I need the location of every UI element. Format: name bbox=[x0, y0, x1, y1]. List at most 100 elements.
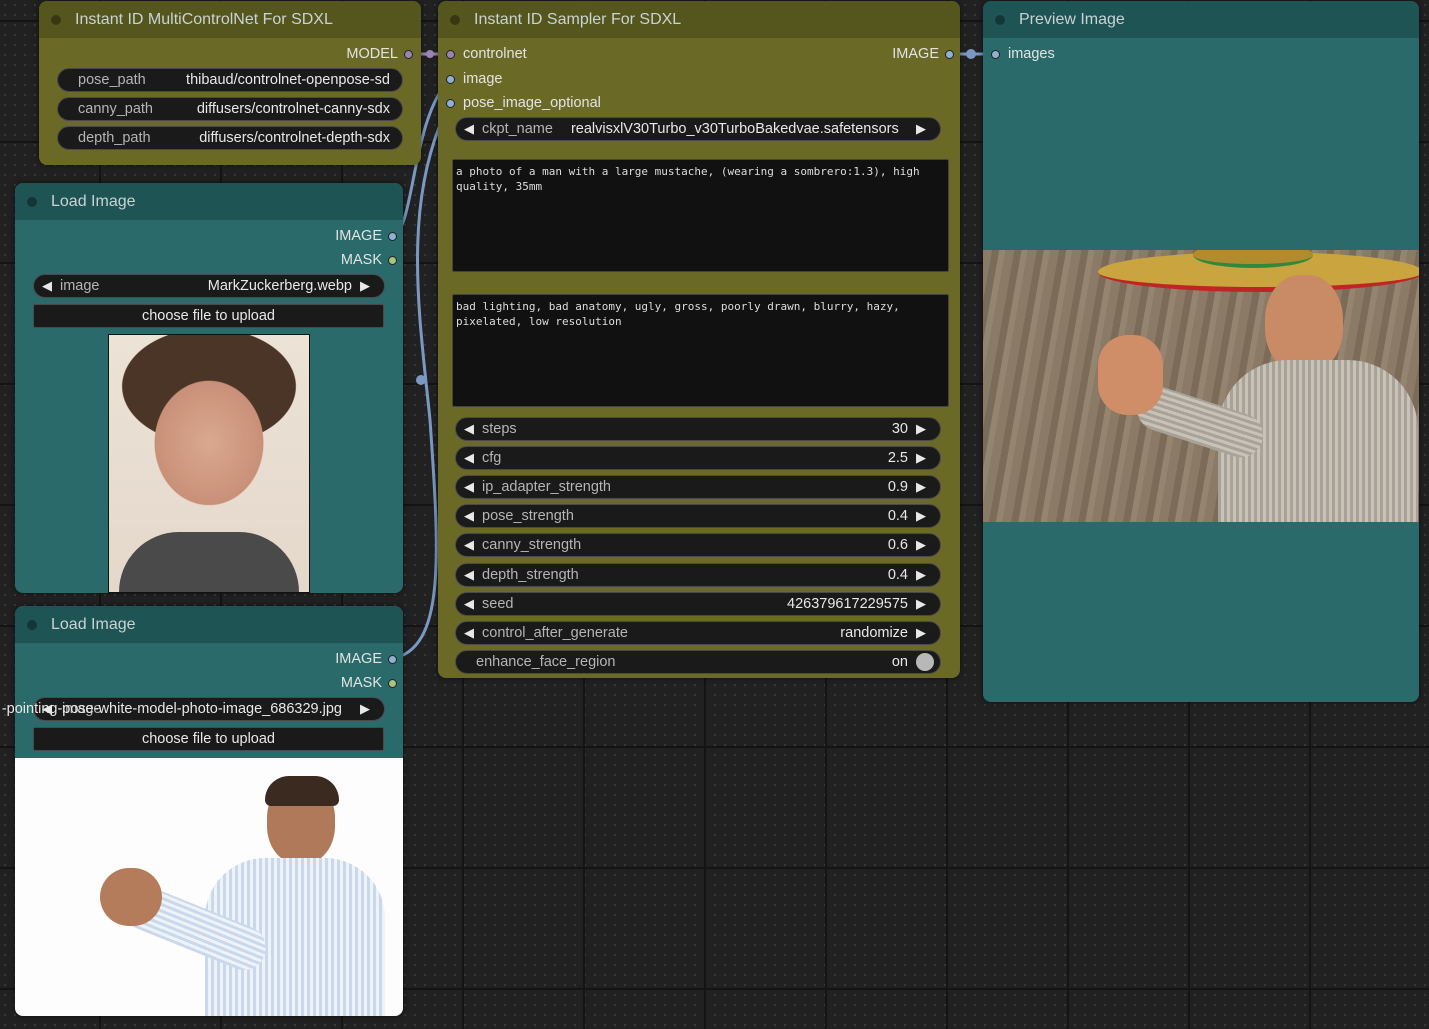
arrow-right-icon[interactable]: ▶ bbox=[916, 450, 930, 466]
output-image[interactable]: IMAGE bbox=[335, 228, 397, 244]
arrow-left-icon[interactable]: ◀ bbox=[464, 508, 478, 524]
widget-image-select[interactable]: ◀ image -pointing-pose-white-model-photo… bbox=[2, 697, 385, 721]
widget-value: randomize bbox=[840, 625, 908, 641]
arrow-right-icon[interactable]: ▶ bbox=[916, 421, 930, 437]
widget-label: canny_strength bbox=[482, 537, 582, 553]
output-mask[interactable]: MASK bbox=[341, 252, 397, 268]
output-mask[interactable]: MASK bbox=[341, 675, 397, 691]
widget-depth-strength[interactable]: ◀ depth_strength 0.4 ▶ bbox=[455, 563, 941, 587]
output-mask-dot-icon[interactable] bbox=[388, 255, 397, 265]
arrow-left-icon[interactable]: ◀ bbox=[42, 278, 56, 294]
arrow-right-icon[interactable]: ▶ bbox=[360, 701, 374, 717]
arrow-left-icon[interactable]: ◀ bbox=[464, 596, 478, 612]
collapse-dot-icon[interactable] bbox=[27, 619, 37, 630]
widget-control-after-generate[interactable]: ◀ control_after_generate randomize ▶ bbox=[455, 621, 941, 645]
widget-value: 0.9 bbox=[887, 479, 908, 495]
input-image-dot-icon[interactable] bbox=[446, 74, 455, 84]
input-controlnet-label: controlnet bbox=[463, 46, 527, 62]
widget-cfg[interactable]: ◀ cfg 2.5 ▶ bbox=[455, 446, 941, 470]
image-preview-portrait bbox=[108, 334, 310, 593]
widget-label: cfg bbox=[482, 450, 502, 466]
node-title: Load Image bbox=[51, 615, 136, 633]
arrow-right-icon[interactable]: ▶ bbox=[916, 479, 930, 495]
graph-canvas[interactable]: Instant ID MultiControlNet For SDXL MODE… bbox=[0, 0, 1429, 1029]
node-load-image-2[interactable]: Load Image IMAGE MASK ◀ image -pointing-… bbox=[2, 606, 403, 1016]
face-shape bbox=[1265, 275, 1343, 373]
node-load-image-1[interactable]: Load Image IMAGE MASK ◀ image MarkZucker… bbox=[15, 183, 403, 593]
output-image-dot-icon[interactable] bbox=[945, 49, 954, 59]
arrow-right-icon[interactable]: ▶ bbox=[360, 278, 374, 294]
widget-label: depth_strength bbox=[482, 567, 579, 583]
output-image-label: IMAGE bbox=[335, 228, 382, 244]
input-images-dot-icon[interactable] bbox=[991, 49, 1000, 59]
output-image[interactable]: IMAGE bbox=[335, 651, 397, 667]
portrait-shirt-shape bbox=[119, 532, 299, 592]
widget-steps[interactable]: ◀ steps 30 ▶ bbox=[455, 417, 941, 441]
widget-depth-path[interactable]: depth_path diffusers/controlnet-depth-sd… bbox=[57, 126, 403, 150]
widget-value: 2.5 bbox=[887, 450, 908, 466]
input-controlnet[interactable]: controlnet bbox=[446, 46, 527, 62]
arrow-right-icon[interactable]: ▶ bbox=[916, 508, 930, 524]
widget-ip-adapter-strength[interactable]: ◀ ip_adapter_strength 0.9 ▶ bbox=[455, 475, 941, 499]
input-controlnet-dot-icon[interactable] bbox=[446, 49, 455, 59]
input-image[interactable]: image bbox=[446, 71, 503, 87]
input-images[interactable]: images bbox=[991, 46, 1055, 62]
output-model-dot-icon[interactable] bbox=[404, 49, 413, 59]
arrow-right-icon[interactable]: ▶ bbox=[916, 596, 930, 612]
widget-value: thibaud/controlnet-openpose-sd bbox=[186, 72, 390, 88]
collapse-dot-icon[interactable] bbox=[27, 196, 37, 207]
widget-canny-strength[interactable]: ◀ canny_strength 0.6 ▶ bbox=[455, 533, 941, 557]
arrow-left-icon[interactable]: ◀ bbox=[464, 421, 478, 437]
input-pose-image-dot-icon[interactable] bbox=[446, 98, 455, 108]
input-pose-image[interactable]: pose_image_optional bbox=[446, 95, 601, 111]
arrow-left-icon[interactable]: ◀ bbox=[464, 567, 478, 583]
collapse-dot-icon[interactable] bbox=[450, 14, 460, 25]
widget-value: MarkZuckerberg.webp bbox=[207, 278, 352, 294]
widget-pose-path[interactable]: pose_path thibaud/controlnet-openpose-sd bbox=[57, 68, 403, 92]
output-image[interactable]: IMAGE bbox=[892, 46, 954, 62]
collapse-dot-icon[interactable] bbox=[995, 14, 1005, 25]
output-mask-dot-icon[interactable] bbox=[388, 678, 397, 688]
widget-ckpt-name[interactable]: ◀ ckpt_name realvisxlV30Turbo_v30TurboBa… bbox=[455, 117, 941, 141]
widget-label: enhance_face_region bbox=[476, 654, 616, 670]
collapse-dot-icon[interactable] bbox=[51, 14, 61, 25]
arrow-left-icon[interactable]: ◀ bbox=[464, 537, 478, 553]
widget-label: steps bbox=[482, 421, 517, 437]
arrow-right-icon[interactable]: ▶ bbox=[916, 121, 930, 137]
output-image-dot-icon[interactable] bbox=[388, 231, 397, 241]
widget-label: image bbox=[60, 278, 100, 294]
node-title-bar[interactable]: Instant ID Sampler For SDXL bbox=[438, 1, 960, 38]
output-model[interactable]: MODEL bbox=[346, 46, 413, 62]
widget-enhance-face-region[interactable]: enhance_face_region on bbox=[455, 650, 941, 674]
widget-seed[interactable]: ◀ seed 426379617229575 ▶ bbox=[455, 592, 941, 616]
toggle-knob-icon[interactable] bbox=[916, 653, 934, 671]
node-title: Load Image bbox=[51, 192, 136, 210]
widget-canny-path[interactable]: canny_path diffusers/controlnet-canny-sd… bbox=[57, 97, 403, 121]
widget-image-select[interactable]: ◀ image MarkZuckerberg.webp ▶ bbox=[33, 274, 385, 298]
output-mask-label: MASK bbox=[340, 675, 382, 691]
node-title-bar[interactable]: Instant ID MultiControlNet For SDXL bbox=[39, 1, 421, 38]
negative-prompt-textarea[interactable]: bad lighting, bad anatomy, ugly, gross, … bbox=[452, 294, 949, 407]
node-title-bar[interactable]: Load Image bbox=[15, 183, 403, 220]
arrow-right-icon[interactable]: ▶ bbox=[916, 537, 930, 553]
node-sampler[interactable]: Instant ID Sampler For SDXL controlnet i… bbox=[438, 1, 960, 678]
arrow-left-icon[interactable]: ◀ bbox=[464, 450, 478, 466]
upload-button[interactable]: choose file to upload bbox=[33, 727, 384, 751]
output-model-label: MODEL bbox=[346, 46, 398, 62]
positive-prompt-textarea[interactable]: a photo of a man with a large mustache, … bbox=[452, 159, 949, 272]
arrow-left-icon[interactable]: ◀ bbox=[464, 625, 478, 641]
node-title-bar[interactable]: Preview Image bbox=[983, 1, 1419, 38]
arrow-left-icon[interactable]: ◀ bbox=[464, 479, 478, 495]
widget-pose-strength[interactable]: ◀ pose_strength 0.4 ▶ bbox=[455, 504, 941, 528]
pose-hand-shape bbox=[100, 868, 162, 926]
node-preview-image[interactable]: Preview Image images bbox=[983, 1, 1419, 702]
node-title-bar[interactable]: Load Image bbox=[15, 606, 403, 643]
upload-button[interactable]: choose file to upload bbox=[33, 304, 384, 328]
output-image-dot-icon[interactable] bbox=[388, 654, 397, 664]
input-images-label: images bbox=[1008, 46, 1055, 62]
node-title: Instant ID MultiControlNet For SDXL bbox=[75, 10, 333, 28]
arrow-left-icon[interactable]: ◀ bbox=[464, 121, 478, 137]
node-multicontrolnet[interactable]: Instant ID MultiControlNet For SDXL MODE… bbox=[39, 1, 421, 165]
arrow-right-icon[interactable]: ▶ bbox=[916, 625, 930, 641]
arrow-right-icon[interactable]: ▶ bbox=[916, 567, 930, 583]
